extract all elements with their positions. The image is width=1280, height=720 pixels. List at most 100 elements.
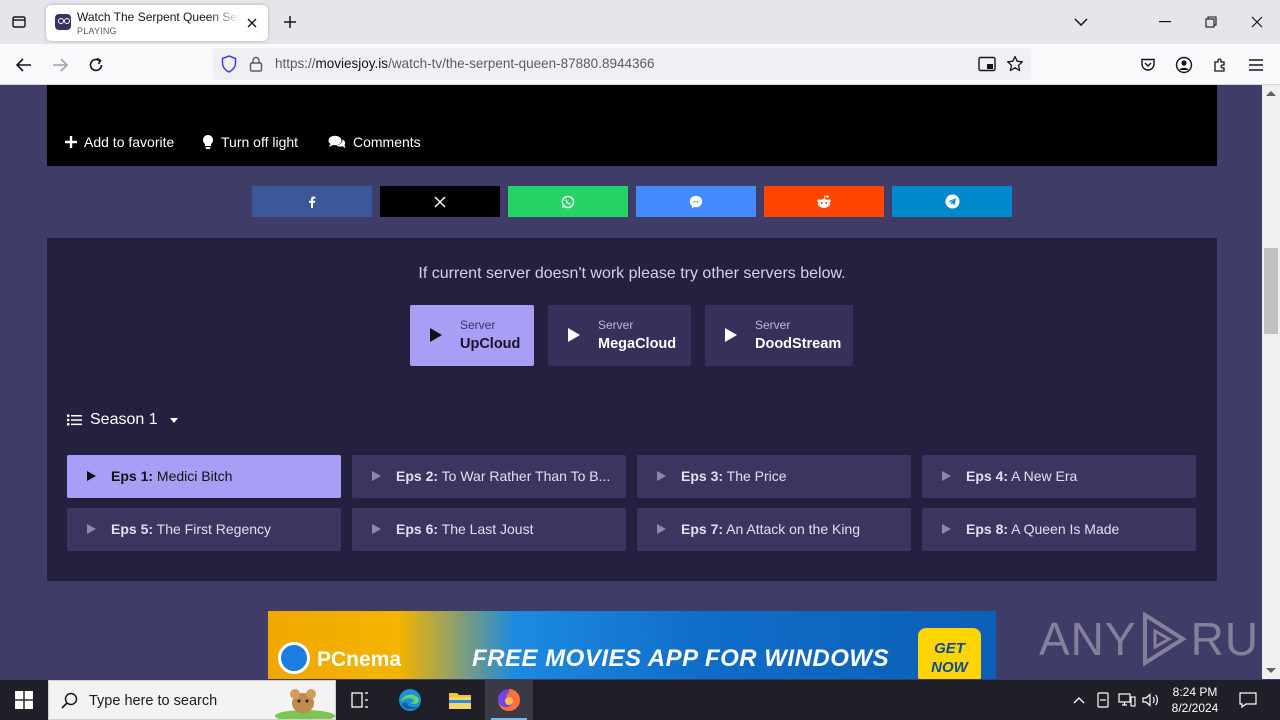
url-text[interactable]: https://moviesjoy.is/watch-tv/the-serpen…	[275, 56, 655, 71]
minimize-icon[interactable]	[1151, 8, 1179, 36]
list-all-tabs-icon[interactable]	[8, 11, 30, 33]
server-name: UpCloud	[460, 336, 521, 352]
security-tray-icon[interactable]	[1093, 680, 1113, 720]
url-path: /watch-tv/the-serpent-queen-87880.894436…	[388, 56, 655, 71]
play-triangle-icon	[1142, 611, 1187, 667]
tab-close-icon[interactable]	[242, 13, 262, 33]
clock-date: 8/2/2024	[1171, 701, 1219, 715]
episode-item-5[interactable]: Eps 5: The First Regency	[67, 508, 341, 551]
list-icon	[67, 414, 82, 426]
messenger-icon	[689, 195, 703, 208]
episode-title: The Last Joust	[441, 521, 534, 537]
share-whatsapp-button[interactable]	[508, 186, 628, 217]
episode-number: Eps 8:	[966, 521, 1009, 537]
taskbar-clock[interactable]: 8:24 PM 8/2/2024	[1160, 684, 1230, 716]
play-icon	[87, 524, 96, 534]
whatsapp-icon	[561, 195, 575, 208]
tab-title: Watch The Serpent Queen Season 1	[77, 10, 241, 24]
plus-icon	[65, 136, 77, 148]
forward-arrow-icon[interactable]	[47, 52, 73, 78]
windows-start-icon[interactable]	[0, 680, 48, 720]
share-facebook-button[interactable]	[252, 186, 372, 217]
server-megacloud-button[interactable]: Server MegaCloud	[548, 305, 691, 366]
episode-label: Eps 6: The Last Joust	[396, 521, 611, 537]
telegram-icon	[945, 194, 959, 209]
lightbulb-icon	[203, 135, 213, 149]
ad-get-now-button[interactable]: GET NOW	[918, 628, 981, 679]
edge-browser-icon[interactable]	[386, 680, 434, 720]
server-upcloud-button[interactable]: Server UpCloud	[410, 305, 534, 366]
taskbar-search-box[interactable]: Type here to search	[48, 680, 336, 720]
notifications-icon[interactable]	[1236, 680, 1260, 720]
picture-in-picture-icon[interactable]	[977, 54, 997, 74]
task-view-icon[interactable]	[336, 680, 384, 720]
share-messenger-button[interactable]	[636, 186, 756, 217]
tracking-protection-shield-icon[interactable]	[219, 54, 239, 74]
browser-nav-bar: https://moviesjoy.is/watch-tv/the-serpen…	[0, 44, 1280, 85]
episode-item-4[interactable]: Eps 4: A New Era	[922, 455, 1196, 498]
share-telegram-button[interactable]	[892, 186, 1012, 217]
episode-label: Eps 3: The Price	[681, 468, 896, 484]
scroll-down-arrow-icon[interactable]	[1266, 668, 1276, 673]
episode-item-3[interactable]: Eps 3: The Price	[637, 455, 911, 498]
share-reddit-button[interactable]	[764, 186, 884, 217]
pocket-icon[interactable]	[1135, 52, 1161, 78]
ad-cta-line2: NOW	[931, 659, 968, 676]
url-scheme: https://	[275, 56, 316, 71]
site-favicon-icon	[55, 14, 71, 30]
add-to-favorite-button[interactable]: Add to favorite	[65, 133, 174, 151]
play-icon	[942, 471, 951, 481]
volume-icon[interactable]	[1140, 680, 1162, 720]
play-icon	[657, 471, 666, 481]
episode-item-8[interactable]: Eps 8: A Queen Is Made	[922, 508, 1196, 551]
episode-item-2[interactable]: Eps 2: To War Rather Than To B...	[352, 455, 626, 498]
server-label: Server	[598, 318, 634, 332]
play-icon	[430, 328, 442, 342]
restore-icon[interactable]	[1197, 8, 1225, 36]
tray-overflow-chevron-icon[interactable]	[1069, 680, 1089, 720]
account-icon[interactable]	[1171, 52, 1197, 78]
vertical-scrollbar[interactable]	[1262, 85, 1280, 679]
turn-off-light-button[interactable]: Turn off light	[202, 133, 298, 151]
episode-title: The First Regency	[156, 521, 272, 537]
server-doodstream-button[interactable]: Server DoodStream	[705, 305, 853, 366]
episode-number: Eps 3:	[681, 468, 724, 484]
bookmark-star-icon[interactable]	[1005, 54, 1025, 74]
episode-label: Eps 2: To War Rather Than To B...	[396, 468, 611, 484]
comments-button[interactable]: Comments	[328, 133, 421, 151]
play-icon	[657, 524, 666, 534]
chevron-down-icon[interactable]	[1070, 11, 1092, 33]
share-x-button[interactable]	[380, 186, 500, 217]
extensions-icon[interactable]	[1207, 52, 1233, 78]
comments-icon	[328, 135, 346, 148]
tab-playing-status: PLAYING	[77, 26, 117, 36]
ad-headline: FREE MOVIES APP FOR WINDOWS	[472, 645, 890, 672]
reload-icon[interactable]	[83, 52, 109, 78]
back-arrow-icon[interactable]	[11, 52, 37, 78]
firefox-taskbar-icon[interactable]	[485, 680, 533, 720]
server-label: Server	[460, 318, 496, 332]
server-name: DoodStream	[755, 336, 842, 352]
episode-item-7[interactable]: Eps 7: An Attack on the King	[637, 508, 911, 551]
new-tab-icon[interactable]	[279, 11, 301, 33]
url-bar[interactable]: https://moviesjoy.is/watch-tv/the-serpen…	[213, 48, 1031, 80]
server-label: Server	[755, 318, 791, 332]
turn-off-light-label: Turn off light	[221, 134, 299, 150]
episode-title: The Price	[726, 468, 787, 484]
scroll-up-arrow-icon[interactable]	[1266, 91, 1276, 96]
close-window-icon[interactable]	[1243, 8, 1271, 36]
scrollbar-thumb[interactable]	[1264, 248, 1278, 334]
browser-tab-active[interactable]: Watch The Serpent Queen Season 1 PLAYING	[46, 5, 268, 41]
episode-number: Eps 7:	[681, 521, 724, 537]
episode-title: A New Era	[1011, 468, 1078, 484]
season-dropdown[interactable]: Season 1	[67, 410, 178, 430]
play-icon	[725, 328, 737, 342]
hamburger-menu-icon[interactable]	[1243, 52, 1269, 78]
episode-item-6[interactable]: Eps 6: The Last Joust	[352, 508, 626, 551]
network-icon[interactable]	[1116, 680, 1138, 720]
episode-item-1[interactable]: Eps 1: Medici Bitch	[67, 455, 341, 498]
file-explorer-icon[interactable]	[436, 680, 484, 720]
pcnema-ad-banner[interactable]: PCnema FREE MOVIES APP FOR WINDOWS GET N…	[268, 611, 996, 679]
anyrun-watermark: ANY RUN	[1039, 607, 1280, 671]
lock-icon[interactable]	[246, 54, 266, 74]
